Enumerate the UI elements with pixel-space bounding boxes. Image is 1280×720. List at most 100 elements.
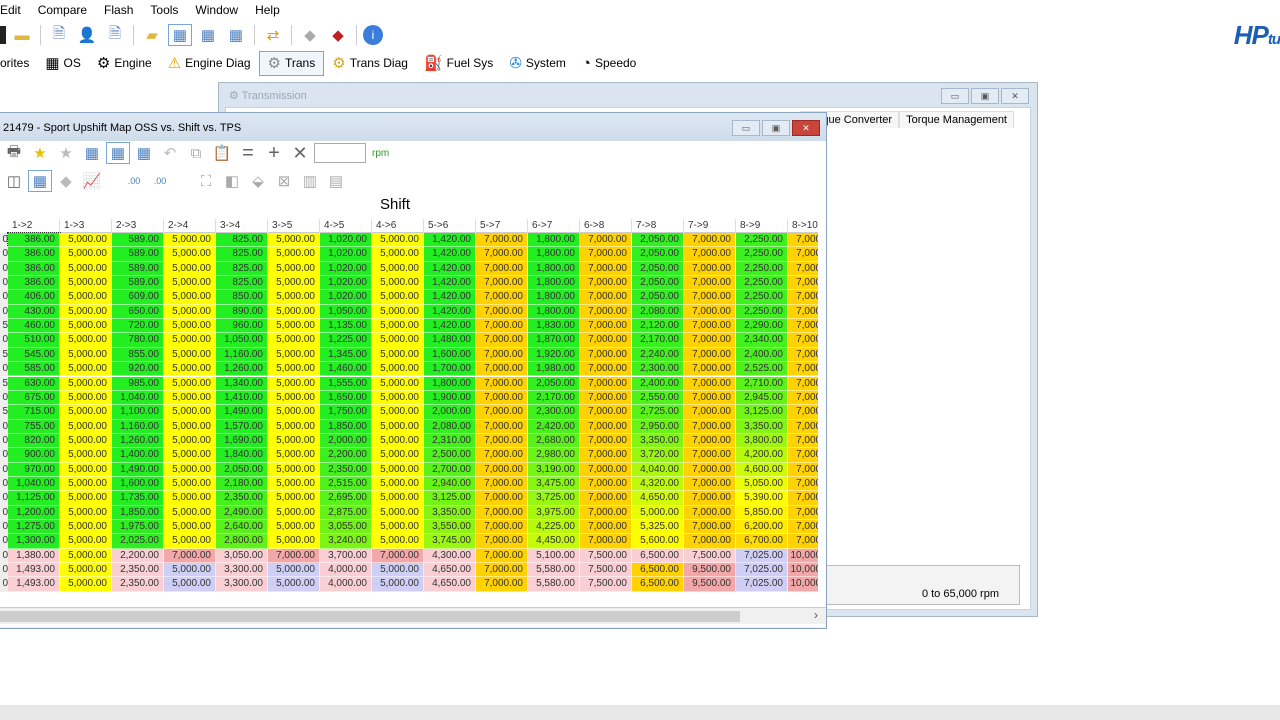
table-cell[interactable]: 10,000.00 bbox=[788, 548, 818, 564]
table-cell[interactable]: 7,000.00 bbox=[580, 290, 632, 305]
maximize-button[interactable]: ▣ bbox=[971, 88, 999, 104]
table-cell[interactable]: 7,000.00 bbox=[476, 563, 528, 578]
table-cell[interactable]: 7,000.00 bbox=[788, 290, 818, 305]
set-equal-icon[interactable]: = bbox=[236, 142, 260, 164]
minimize-button[interactable]: ▭ bbox=[732, 120, 760, 136]
table-cell[interactable]: 2,950.00 bbox=[632, 419, 684, 434]
table-cell[interactable]: 7,000.00 bbox=[476, 448, 528, 463]
table-cell[interactable]: 7,000.00 bbox=[476, 376, 528, 391]
table-cell[interactable]: 1,420.00 bbox=[424, 276, 476, 291]
table-cell[interactable]: 1,420.00 bbox=[424, 247, 476, 262]
table-cell[interactable]: 5,000.00 bbox=[164, 491, 216, 506]
table-cell[interactable]: 7,000.00 bbox=[788, 505, 818, 520]
table-cell[interactable]: 3,125.00 bbox=[424, 491, 476, 506]
table-cell[interactable]: 6,200.00 bbox=[736, 520, 788, 535]
tab-torque-management[interactable]: Torque Management bbox=[899, 111, 1014, 128]
table-cell[interactable]: 5,000.00 bbox=[268, 290, 320, 305]
table-cell[interactable]: 5,325.00 bbox=[632, 520, 684, 535]
table-cell[interactable]: 7,000.00 bbox=[580, 333, 632, 348]
menu-window[interactable]: Window bbox=[187, 3, 247, 17]
table-cell[interactable]: 7,000.00 bbox=[580, 419, 632, 434]
table-view-icon[interactable]: ▦ bbox=[28, 170, 52, 192]
read-icon[interactable]: ◆ bbox=[298, 24, 322, 46]
table-cell[interactable]: 7,000.00 bbox=[788, 319, 818, 334]
table-cell[interactable]: 3,300.00 bbox=[216, 563, 268, 578]
table-cell[interactable]: 6,500.00 bbox=[632, 548, 684, 564]
table-cell[interactable]: 4,225.00 bbox=[528, 520, 580, 535]
table-cell[interactable]: 7,000.00 bbox=[476, 290, 528, 305]
table-cell[interactable]: 4,450.00 bbox=[528, 534, 580, 549]
table-cell[interactable]: 1,225.00 bbox=[320, 333, 372, 348]
table-cell[interactable]: 5,000.00 bbox=[60, 290, 112, 305]
table-cell[interactable]: 3,050.00 bbox=[216, 548, 268, 564]
table-cell[interactable]: 7,000.00 bbox=[476, 548, 528, 564]
nav-trans-diag[interactable]: ⚙ Trans Diag bbox=[324, 51, 416, 76]
table-cell[interactable]: 7,000.00 bbox=[684, 390, 736, 406]
table-cell[interactable]: 5,000.00 bbox=[164, 276, 216, 291]
table-cell[interactable]: 7,000.00 bbox=[788, 491, 818, 506]
table-cell[interactable]: 5,000.00 bbox=[268, 419, 320, 434]
table-cell[interactable]: 2,310.00 bbox=[424, 433, 476, 449]
table-cell[interactable]: 1,050.00 bbox=[216, 333, 268, 348]
table-cell[interactable]: 5,000.00 bbox=[164, 304, 216, 320]
table-cell[interactable]: 5,000.00 bbox=[372, 376, 424, 391]
table-cell[interactable]: 5,000.00 bbox=[372, 462, 424, 477]
table-cell[interactable]: 5,000.00 bbox=[268, 491, 320, 506]
table-cell[interactable]: 5,000.00 bbox=[268, 347, 320, 363]
column-header[interactable]: 4->5 bbox=[320, 219, 372, 233]
table-cell[interactable]: 1,600.00 bbox=[112, 476, 164, 492]
table-cell[interactable]: 7,000.00 bbox=[684, 534, 736, 549]
table-cell[interactable]: 985.00 bbox=[112, 376, 164, 391]
table-cell[interactable]: 386.00 bbox=[7, 231, 61, 249]
table-cell[interactable]: 1,160.00 bbox=[216, 347, 268, 363]
copy-icon[interactable]: ⧉ bbox=[184, 142, 208, 164]
table-cell[interactable]: 3,055.00 bbox=[320, 520, 372, 535]
table-cell[interactable]: 2,240.00 bbox=[632, 347, 684, 363]
table-cell[interactable]: 4,650.00 bbox=[632, 491, 684, 506]
table-cell[interactable]: 4,320.00 bbox=[632, 476, 684, 492]
table-cell[interactable]: 7,000.00 bbox=[684, 347, 736, 363]
table-cell[interactable]: 5,000.00 bbox=[268, 433, 320, 449]
table-cell[interactable]: 920.00 bbox=[112, 362, 164, 377]
table-cell[interactable]: 1,735.00 bbox=[112, 491, 164, 506]
table-cell[interactable]: 2,515.00 bbox=[320, 476, 372, 492]
add-icon[interactable]: + bbox=[262, 142, 286, 164]
table-cell[interactable]: 5,000.00 bbox=[60, 419, 112, 434]
column-header[interactable]: 7->9 bbox=[684, 219, 736, 233]
table-cell[interactable]: 4,200.00 bbox=[736, 448, 788, 463]
table-cell[interactable]: 5,000.00 bbox=[372, 520, 424, 535]
table-cell[interactable]: 2,200.00 bbox=[320, 448, 372, 463]
table-cell[interactable]: 5,000.00 bbox=[60, 333, 112, 348]
table-cell[interactable]: 1,920.00 bbox=[528, 347, 580, 363]
table-cell[interactable]: 7,000.00 bbox=[788, 520, 818, 535]
table-cell[interactable]: 7,000.00 bbox=[476, 276, 528, 291]
table-icon[interactable]: ▦ bbox=[80, 142, 104, 164]
table-cell[interactable]: 5,390.00 bbox=[736, 491, 788, 506]
table-cell[interactable]: 5,000.00 bbox=[268, 333, 320, 348]
interpolate-icon[interactable]: ⛶ bbox=[194, 170, 218, 192]
table-cell[interactable]: 4,000.00 bbox=[320, 563, 372, 578]
file-info-icon[interactable]: 🗎 bbox=[47, 24, 71, 46]
table-cell[interactable]: 1,870.00 bbox=[528, 333, 580, 348]
table-cell[interactable]: 5,000.00 bbox=[60, 462, 112, 477]
table-cell[interactable]: 7,000.00 bbox=[580, 276, 632, 291]
table-cell[interactable]: 5,000.00 bbox=[268, 405, 320, 420]
nav-engine-diag[interactable]: ⚠ Engine Diag bbox=[160, 51, 259, 76]
table-cell[interactable]: 7,000.00 bbox=[580, 505, 632, 520]
convert-icon[interactable]: ⇄ bbox=[261, 24, 285, 46]
table-cell[interactable]: 7,000.00 bbox=[476, 520, 528, 535]
horizontal-scrollbar[interactable]: › bbox=[0, 607, 826, 624]
menu-tools[interactable]: Tools bbox=[142, 3, 187, 17]
table-cell[interactable]: 7,000.00 bbox=[476, 505, 528, 520]
table-cell[interactable]: 7,000.00 bbox=[684, 319, 736, 334]
table-cell[interactable]: 900.00 bbox=[8, 448, 60, 463]
table-cell[interactable]: 7,000.00 bbox=[372, 548, 424, 564]
table-cell[interactable]: 5,000.00 bbox=[60, 233, 112, 248]
fill-h-icon[interactable]: ▥ bbox=[298, 170, 322, 192]
table-cell[interactable]: 1,800.00 bbox=[528, 276, 580, 291]
table-cell[interactable]: 1,840.00 bbox=[216, 448, 268, 463]
table-cell[interactable]: 7,000.00 bbox=[684, 491, 736, 506]
table-cell[interactable]: 2,640.00 bbox=[216, 520, 268, 535]
table-cell[interactable]: 7,000.00 bbox=[788, 476, 818, 492]
column-header[interactable]: 2->3 bbox=[112, 219, 164, 233]
